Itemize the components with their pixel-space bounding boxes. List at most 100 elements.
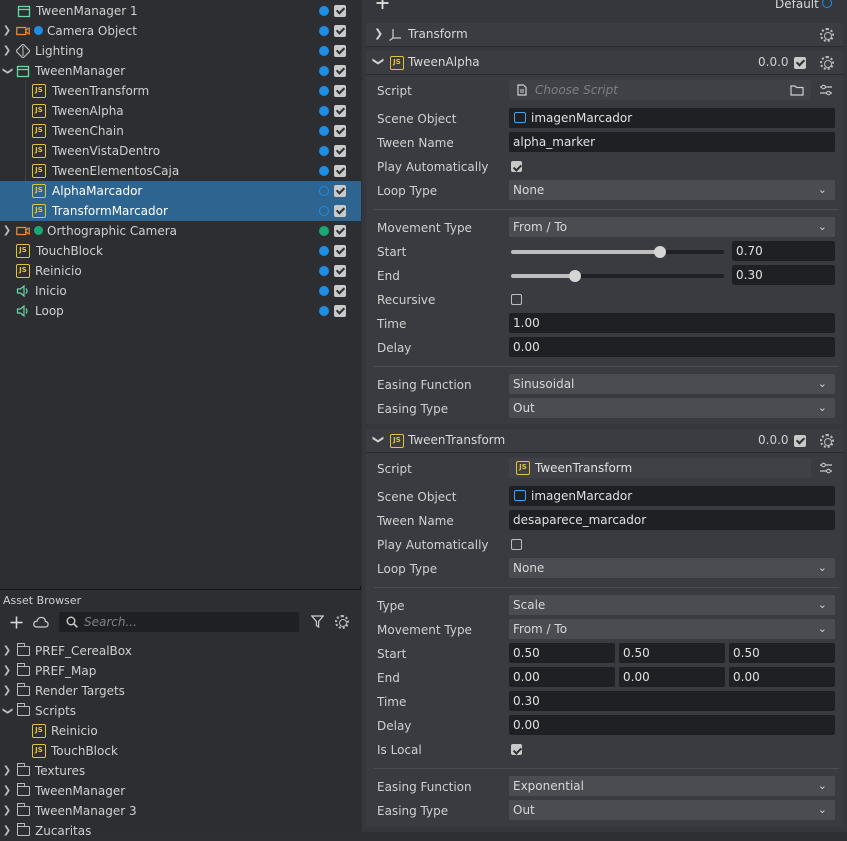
transform-section-header[interactable]: ❯ Transform (366, 23, 843, 47)
cloud-icon[interactable] (33, 616, 49, 628)
gear-icon[interactable] (820, 56, 834, 70)
visibility-dot[interactable] (319, 266, 329, 276)
end-input[interactable]: 0.30 (732, 265, 835, 285)
delay-input[interactable]: 0.00 (509, 337, 835, 357)
chevron-right-icon[interactable]: ❯ (2, 641, 12, 661)
asset-item-textures[interactable]: ❯ Textures (0, 761, 361, 781)
play-automatically-checkbox[interactable] (511, 161, 522, 172)
gear-icon[interactable] (820, 28, 834, 42)
time-input[interactable]: 1.00 (509, 313, 835, 333)
hierarchy-item-tweenvistadentro[interactable]: JS TweenVistaDentro (0, 141, 361, 161)
filter-icon[interactable] (311, 615, 324, 628)
script-picker[interactable]: Choose Script (509, 80, 811, 100)
chevron-right-icon[interactable]: ❯ (2, 681, 12, 701)
start-slider[interactable] (511, 246, 724, 258)
chevron-right-icon[interactable]: ❯ (2, 661, 12, 681)
chevron-right-icon[interactable]: ❯ (2, 21, 12, 41)
play-automatically-checkbox[interactable] (511, 539, 522, 550)
enabled-checkbox[interactable] (334, 285, 346, 297)
visibility-dot[interactable] (319, 146, 329, 156)
asset-item-pref-cerealbox[interactable]: ❯ PREF_CerealBox (0, 641, 361, 661)
visibility-dot[interactable] (319, 246, 329, 256)
time-input[interactable]: 0.30 (509, 691, 835, 711)
hierarchy-item-tweenelementoscaja[interactable]: JS TweenElementosCaja (0, 161, 361, 181)
enabled-checkbox[interactable] (334, 305, 346, 317)
asset-item-tweenmanager-3[interactable]: ❯ TweenManager 3 (0, 801, 361, 821)
asset-item-scripts[interactable]: ❯ Scripts (0, 701, 361, 721)
easing-function-dropdown[interactable]: Sinusoidal ⌄ (509, 374, 835, 394)
asset-item-pref-map[interactable]: ❯ PREF_Map (0, 661, 361, 681)
visibility-dot[interactable] (319, 306, 329, 316)
script-options-icon[interactable] (819, 84, 833, 96)
hierarchy-item-loop[interactable]: Loop (0, 301, 361, 321)
script-options-icon[interactable] (819, 462, 833, 474)
hierarchy-item-touchblock[interactable]: JS TouchBlock (0, 241, 361, 261)
enabled-checkbox[interactable] (334, 165, 346, 177)
folder-icon[interactable] (790, 84, 804, 96)
enabled-checkbox[interactable] (334, 145, 346, 157)
enabled-checkbox[interactable] (334, 105, 346, 117)
add-icon[interactable] (10, 616, 23, 629)
script-field[interactable]: JS TweenTransform (509, 458, 811, 478)
component-enabled-checkbox[interactable] (794, 435, 806, 447)
enabled-checkbox[interactable] (334, 65, 346, 77)
chevron-down-icon[interactable]: ❯ (0, 706, 17, 716)
end-z-input[interactable]: 0.00 (729, 667, 835, 687)
delay-input[interactable]: 0.00 (509, 715, 835, 735)
add-component-icon[interactable] (376, 0, 389, 10)
hierarchy-item-inicio[interactable]: Inicio (0, 281, 361, 301)
hierarchy-item-tweentransform[interactable]: JS TweenTransform (0, 81, 361, 101)
enabled-checkbox[interactable] (334, 245, 346, 257)
type-dropdown[interactable]: Scale ⌄ (509, 595, 835, 615)
start-x-input[interactable]: 0.50 (509, 643, 615, 663)
enabled-checkbox[interactable] (334, 5, 346, 17)
gear-icon[interactable] (335, 615, 349, 629)
scene-object-field[interactable]: imagenMarcador (509, 486, 835, 506)
enabled-checkbox[interactable] (334, 205, 346, 217)
gear-icon[interactable] (820, 434, 834, 448)
movement-type-dropdown[interactable]: From / To ⌄ (509, 619, 835, 639)
asset-item-render-targets[interactable]: ❯ Render Targets (0, 681, 361, 701)
tween-name-input[interactable]: alpha_marker (509, 132, 835, 152)
movement-type-dropdown[interactable]: From / To ⌄ (509, 217, 835, 237)
visibility-dot[interactable] (319, 126, 329, 136)
chevron-down-icon[interactable]: ❯ (372, 57, 385, 66)
enabled-checkbox[interactable] (334, 225, 346, 237)
hierarchy-item-lighting[interactable]: ❯ Lighting (0, 41, 361, 61)
tween-alpha-header[interactable]: ❯ JS TweenAlpha 0.0.0 (366, 51, 843, 75)
hierarchy-item-camera-object[interactable]: ❯ Camera Object (0, 21, 361, 41)
enabled-checkbox[interactable] (334, 125, 346, 137)
enabled-checkbox[interactable] (334, 25, 346, 37)
start-z-input[interactable]: 0.50 (729, 643, 835, 663)
enabled-checkbox[interactable] (334, 45, 346, 57)
start-y-input[interactable]: 0.50 (619, 643, 725, 663)
visibility-dot[interactable] (319, 66, 329, 76)
is-local-checkbox[interactable] (511, 744, 522, 755)
chevron-right-icon[interactable]: ❯ (2, 821, 12, 841)
easing-type-dropdown[interactable]: Out ⌄ (509, 800, 835, 820)
start-slider-handle[interactable] (654, 246, 667, 258)
chevron-right-icon[interactable]: ❯ (2, 781, 12, 801)
visibility-dot[interactable] (319, 26, 329, 36)
asset-item-tweenmanager[interactable]: ❯ TweenManager (0, 781, 361, 801)
end-y-input[interactable]: 0.00 (619, 667, 725, 687)
visibility-dot[interactable] (319, 186, 329, 196)
chevron-right-icon[interactable]: ❯ (2, 41, 12, 61)
loop-type-dropdown[interactable]: None ⌄ (509, 180, 835, 200)
enabled-checkbox[interactable] (334, 265, 346, 277)
hierarchy-item-tweenchain[interactable]: JS TweenChain (0, 121, 361, 141)
hierarchy-item-tweenalpha[interactable]: JS TweenAlpha (0, 101, 361, 121)
visibility-dot[interactable] (319, 206, 329, 216)
chevron-right-icon[interactable]: ❯ (374, 27, 383, 40)
tween-name-input[interactable]: desaparece_marcador (509, 510, 835, 530)
end-x-input[interactable]: 0.00 (509, 667, 615, 687)
layer-color-dot[interactable] (822, 0, 832, 8)
asset-item-reinicio[interactable]: JS Reinicio (0, 721, 361, 741)
chevron-down-icon[interactable]: ❯ (372, 435, 385, 444)
hierarchy-item-alphamarcador[interactable]: JS AlphaMarcador (0, 181, 361, 201)
hierarchy-item-tweenmanager-1[interactable]: TweenManager 1 (0, 1, 361, 21)
easing-function-dropdown[interactable]: Exponential ⌄ (509, 776, 835, 796)
visibility-dot[interactable] (319, 106, 329, 116)
chevron-right-icon[interactable]: ❯ (2, 801, 12, 821)
hierarchy-item-orthographic-camera[interactable]: ❯ Orthographic Camera (0, 221, 361, 241)
